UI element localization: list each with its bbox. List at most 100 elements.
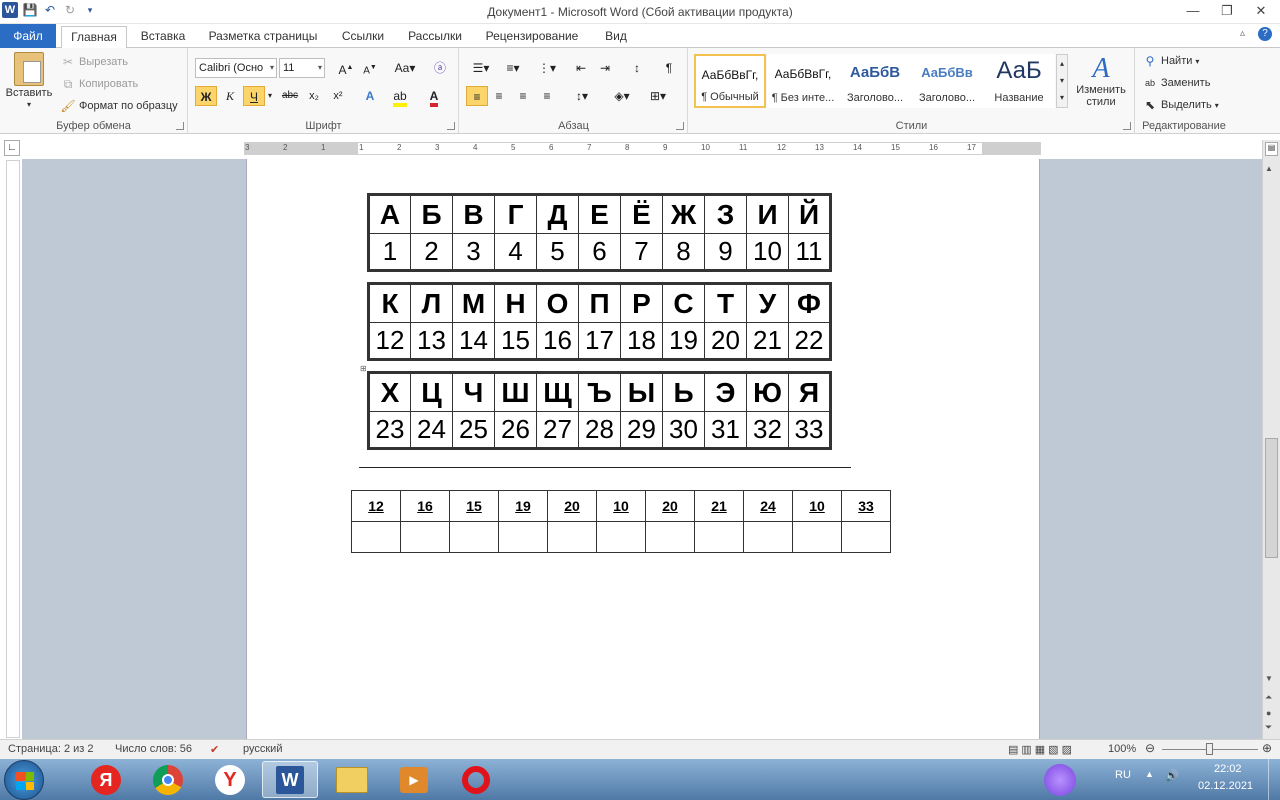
number-cell[interactable]: 25 (452, 411, 495, 449)
text-effects-icon[interactable]: A (359, 86, 381, 106)
start-button[interactable] (4, 760, 44, 800)
horizontal-ruler[interactable]: 3 2 1 1 2 3 4 5 6 7 8 9 10 11 12 13 14 15 16 17 (244, 142, 1041, 155)
tab-file[interactable]: Файл (0, 24, 56, 48)
paragraph-dialog-launcher[interactable] (676, 122, 684, 130)
letter-cell[interactable]: Н (494, 283, 537, 323)
proofing-icon[interactable]: ✔ (210, 743, 219, 756)
answer-cell[interactable] (449, 521, 499, 553)
answer-cell[interactable] (694, 521, 744, 553)
number-cell[interactable]: 2 (410, 233, 453, 271)
word-taskbar-icon[interactable]: W (262, 761, 318, 798)
change-case-icon[interactable]: Aa▾ (391, 58, 419, 78)
zoom-in-icon[interactable]: ⊕ (1262, 741, 1272, 755)
borders-icon[interactable]: ⊞▾ (644, 86, 672, 106)
shading-icon[interactable]: ◈▾ (608, 86, 636, 106)
scroll-down-icon[interactable]: ▼ (1265, 674, 1273, 683)
superscript-button[interactable]: x² (327, 86, 349, 106)
tab-references[interactable]: Ссылки (332, 26, 394, 48)
highlight-color-icon[interactable]: ab (387, 86, 413, 107)
zoom-slider-thumb[interactable] (1206, 743, 1213, 755)
yandex-browser-icon[interactable]: Я (78, 761, 134, 798)
paste-button[interactable]: Вставить ▾ (4, 52, 54, 109)
number-cell[interactable]: 9 (704, 233, 747, 271)
tab-home[interactable]: Главная (61, 26, 127, 49)
tab-mailings[interactable]: Рассылки (400, 26, 470, 48)
restore-button[interactable]: ❐ (1210, 0, 1244, 22)
answer-cell[interactable] (596, 521, 646, 553)
find-button[interactable]: ⚲ Найти ▾ (1142, 53, 1200, 69)
align-right-icon[interactable]: ≡ (512, 86, 534, 106)
justify-icon[interactable]: ≡ (536, 86, 558, 106)
number-cell[interactable]: 23 (368, 411, 411, 449)
previous-page-icon[interactable]: ⏶ (1265, 692, 1272, 703)
select-button[interactable]: ⬉ Выделить ▾ (1142, 97, 1219, 113)
chrome-icon[interactable] (140, 761, 196, 798)
cut-button[interactable]: ✂ Вырезать (60, 54, 128, 70)
show-formatting-marks-icon[interactable]: ¶ (658, 58, 680, 78)
style-normal[interactable]: АаБбВвГг, ¶ Обычный (694, 54, 766, 108)
language-indicator[interactable]: русский (243, 743, 282, 755)
letter-cell[interactable]: И (746, 194, 789, 234)
underline-dropdown-icon[interactable]: ▾ (265, 86, 275, 106)
styles-gallery-scroll[interactable]: ▴ ▾ ▾ (1056, 54, 1068, 108)
number-cell[interactable]: 10 (746, 233, 789, 271)
style-title[interactable]: АаБ Название (983, 54, 1055, 108)
letter-cell[interactable]: Э (704, 372, 747, 412)
page-count[interactable]: Страница: 2 из 2 (8, 743, 94, 755)
scroll-thumb[interactable] (1265, 438, 1278, 558)
vertical-scrollbar[interactable]: ▤ ▲ ▼ ⏶ ● ⏷ (1262, 140, 1280, 740)
answer-cell[interactable] (547, 521, 597, 553)
tab-page-layout[interactable]: Разметка страницы (200, 26, 326, 48)
letter-cell[interactable]: Й (788, 194, 831, 234)
answer-cell[interactable] (792, 521, 842, 553)
yandex-icon[interactable]: Y (202, 761, 258, 798)
letter-cell[interactable]: Щ (536, 372, 579, 412)
format-painter-button[interactable]: 🖌 Формат по образцу (60, 98, 177, 114)
letter-cell[interactable]: К (368, 283, 411, 323)
letter-cell[interactable]: Ч (452, 372, 495, 412)
ruler-toggle-icon[interactable]: ▤ (1265, 142, 1278, 156)
help-icon[interactable]: ? (1258, 27, 1272, 41)
letter-cell[interactable]: Ё (620, 194, 663, 234)
italic-button[interactable]: К (219, 86, 241, 106)
table-move-handle-icon[interactable]: ⊞ (360, 364, 367, 373)
styles-dialog-launcher[interactable] (1123, 122, 1131, 130)
number-cell[interactable]: 4 (494, 233, 537, 271)
number-cell[interactable]: 20 (704, 322, 747, 360)
file-explorer-icon[interactable] (324, 761, 380, 798)
letter-cell[interactable]: О (536, 283, 579, 323)
code-cell[interactable]: 20 (547, 490, 597, 522)
clipboard-dialog-launcher[interactable] (176, 122, 184, 130)
bold-button[interactable]: Ж (195, 86, 217, 106)
number-cell[interactable]: 28 (578, 411, 621, 449)
paste-dropdown-icon[interactable]: ▾ (27, 100, 31, 109)
letter-cell[interactable]: С (662, 283, 705, 323)
letter-cell[interactable]: Ы (620, 372, 663, 412)
letter-cell[interactable]: З (704, 194, 747, 234)
number-cell[interactable]: 11 (788, 233, 831, 271)
number-cell[interactable]: 22 (788, 322, 831, 360)
letter-cell[interactable]: Ъ (578, 372, 621, 412)
answer-cell[interactable] (498, 521, 548, 553)
letter-cell[interactable]: Д (536, 194, 579, 234)
code-cell[interactable]: 33 (841, 490, 891, 522)
shrink-font-icon[interactable]: A▼ (359, 58, 381, 78)
media-player-icon[interactable]: ▶ (386, 761, 442, 798)
copy-button[interactable]: ⧉ Копировать (60, 76, 139, 92)
letter-cell[interactable]: Т (704, 283, 747, 323)
clear-formatting-icon[interactable]: ⓐ (429, 58, 451, 78)
show-desktop-button[interactable] (1268, 759, 1280, 800)
style-heading-1[interactable]: АаБбВ Заголово... (839, 54, 911, 108)
letter-cell[interactable]: Ь (662, 372, 705, 412)
collapse-ribbon-icon[interactable]: ▵ (1240, 28, 1245, 39)
letter-cell[interactable]: Ю (746, 372, 789, 412)
answer-cell[interactable] (351, 521, 401, 553)
sort-icon[interactable]: ↕ (626, 58, 648, 78)
number-cell[interactable]: 1 (368, 233, 411, 271)
strikethrough-button[interactable]: abc (279, 86, 301, 106)
font-dialog-launcher[interactable] (447, 122, 455, 130)
letter-cell[interactable]: Л (410, 283, 453, 323)
style-no-spacing[interactable]: АаБбВвГг, ¶ Без инте... (767, 54, 839, 108)
align-left-icon[interactable]: ≡ (466, 86, 488, 106)
underline-button[interactable]: Ч (243, 86, 265, 106)
